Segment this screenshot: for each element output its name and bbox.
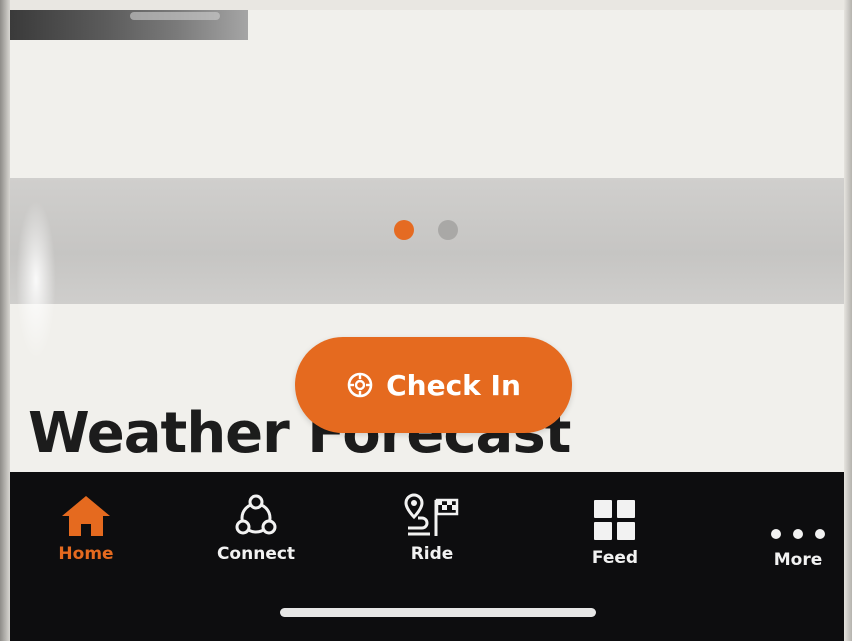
- hero-image: [10, 10, 248, 40]
- home-icon: [60, 490, 112, 538]
- device-bezel-right: [844, 0, 852, 641]
- carousel-dot-2[interactable]: [438, 220, 458, 240]
- check-in-button[interactable]: Check In: [295, 337, 572, 433]
- tab-more[interactable]: More: [738, 496, 844, 570]
- home-indicator[interactable]: [280, 608, 596, 617]
- tab-connect[interactable]: Connect: [196, 490, 316, 564]
- device-bezel-left: [0, 0, 10, 641]
- tab-more-label: More: [773, 550, 823, 570]
- route-flag-icon: [402, 490, 462, 538]
- check-in-label: Check In: [386, 368, 521, 402]
- network-icon: [232, 490, 280, 538]
- ellipsis-icon: [768, 496, 828, 544]
- carousel-page-indicator: [394, 220, 458, 240]
- app-frame: Weather Forecast Check In Home Connect R…: [0, 0, 852, 641]
- tab-feed-label: Feed: [591, 548, 639, 568]
- carousel-dot-1[interactable]: [394, 220, 414, 240]
- tab-home[interactable]: Home: [26, 490, 146, 564]
- screen-glare: [16, 200, 56, 360]
- grid-icon: [592, 494, 638, 542]
- app-screen: Weather Forecast Check In Home Connect R…: [10, 10, 844, 641]
- tab-feed[interactable]: Feed: [555, 494, 675, 568]
- target-icon: [346, 371, 374, 399]
- tab-ride[interactable]: Ride: [372, 490, 492, 564]
- tab-home-label: Home: [58, 544, 114, 564]
- tab-connect-label: Connect: [216, 544, 296, 564]
- tab-ride-label: Ride: [410, 544, 454, 564]
- carousel-banner[interactable]: [10, 178, 844, 304]
